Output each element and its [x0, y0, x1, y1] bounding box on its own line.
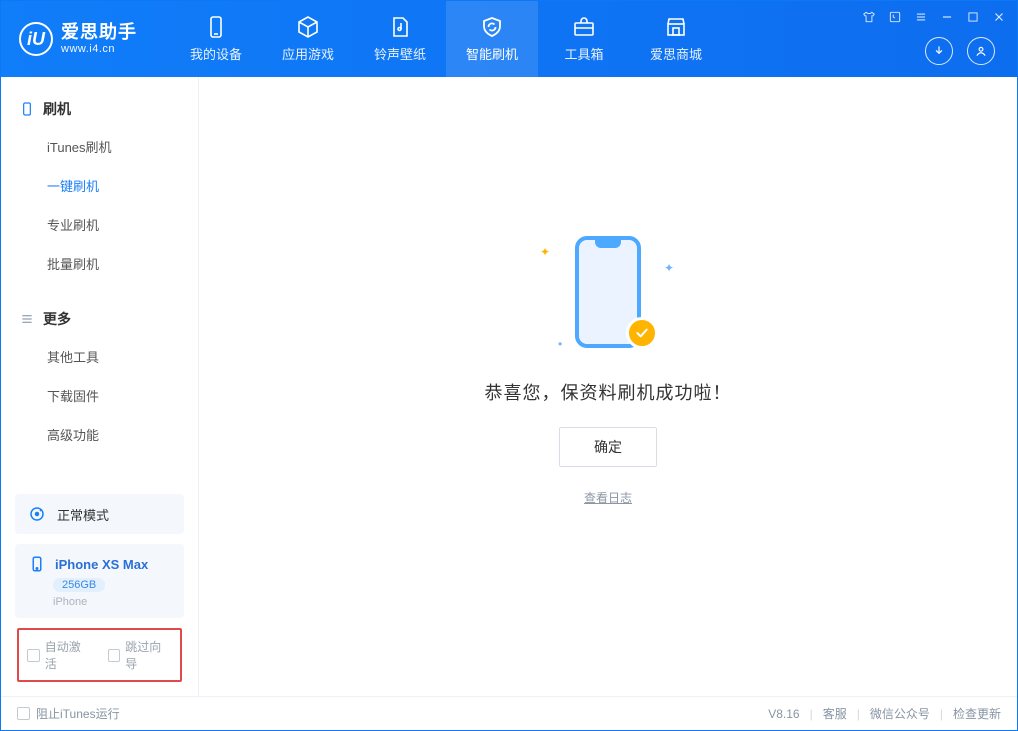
sidebar-item-other-tools[interactable]: 其他工具 — [1, 337, 198, 376]
nav-my-device[interactable]: 我的设备 — [170, 1, 262, 77]
mode-label: 正常模式 — [57, 505, 109, 524]
nav-ringtones-wallpapers[interactable]: 铃声壁纸 — [354, 1, 446, 77]
nav-tabs: 我的设备 应用游戏 铃声壁纸 智能刷机 工具箱 爱思商城 — [170, 1, 722, 77]
mode-card[interactable]: 正常模式 — [15, 494, 184, 534]
checkbox-icon — [27, 649, 40, 662]
status-bar: 阻止iTunes运行 V8.16 | 客服 | 微信公众号 | 检查更新 — [1, 696, 1017, 730]
nav-label: 工具箱 — [564, 44, 603, 63]
toolbox-icon — [572, 15, 596, 39]
sidebar-item-pro-flash[interactable]: 专业刷机 — [1, 205, 198, 244]
sparkle-icon: ✦ — [540, 245, 550, 259]
check-badge-icon — [626, 317, 658, 349]
app-window: iU 爱思助手 www.i4.cn 我的设备 应用游戏 铃声壁纸 智能刷机 — [0, 0, 1018, 731]
sidebar-item-oneclick-flash[interactable]: 一键刷机 — [1, 166, 198, 205]
option-label: 跳过向导 — [125, 638, 172, 672]
nav-toolbox[interactable]: 工具箱 — [538, 1, 630, 77]
success-message: 恭喜您，保资料刷机成功啦！ — [485, 379, 732, 405]
device-icon — [19, 101, 35, 117]
store-icon — [664, 15, 688, 39]
device-card[interactable]: iPhone XS Max 256GB iPhone — [15, 544, 184, 618]
nav-label: 智能刷机 — [466, 44, 518, 63]
success-illustration: ✦ ✦ • — [528, 227, 688, 357]
separator: | — [857, 707, 860, 721]
maximize-button[interactable] — [963, 7, 983, 27]
main-content: ✦ ✦ • 恭喜您，保资料刷机成功啦！ 确定 查看日志 — [199, 77, 1017, 696]
device-name: iPhone XS Max — [55, 557, 148, 572]
sidebar-item-advanced[interactable]: 高级功能 — [1, 415, 198, 454]
logo-icon: iU — [19, 22, 53, 56]
sidebar: 刷机 iTunes刷机 一键刷机 专业刷机 批量刷机 更多 其他工具 下载固件 — [1, 77, 199, 696]
sidebar-item-itunes-flash[interactable]: iTunes刷机 — [1, 127, 198, 166]
sidebar-bottom: 正常模式 iPhone XS Max 256GB iPhone 自动激活 — [1, 494, 198, 696]
minimize-button[interactable] — [937, 7, 957, 27]
sidebar-item-download-firmware[interactable]: 下载固件 — [1, 376, 198, 415]
app-title: 爱思助手 — [61, 23, 137, 43]
separator: | — [940, 707, 943, 721]
device-phone-icon — [27, 554, 47, 574]
menu-icon[interactable] — [911, 7, 931, 27]
download-button[interactable] — [925, 37, 953, 65]
nav-smart-flash[interactable]: 智能刷机 — [446, 1, 538, 77]
status-right: V8.16 | 客服 | 微信公众号 | 检查更新 — [768, 705, 1001, 722]
option-label: 自动激活 — [45, 638, 92, 672]
nav-label: 爱思商城 — [650, 44, 702, 63]
sidebar-section-flash: 刷机 iTunes刷机 一键刷机 专业刷机 批量刷机 — [1, 77, 198, 287]
header: iU 爱思助手 www.i4.cn 我的设备 应用游戏 铃声壁纸 智能刷机 — [1, 1, 1017, 77]
nav-label: 我的设备 — [190, 44, 242, 63]
status-block-itunes-label: 阻止iTunes运行 — [36, 705, 120, 722]
window-controls — [859, 7, 1009, 27]
sidebar-head-more: 更多 — [1, 301, 198, 337]
close-button[interactable] — [989, 7, 1009, 27]
option-skip-guide[interactable]: 跳过向导 — [108, 638, 173, 672]
checkbox-icon — [108, 649, 121, 662]
sidebar-section-more: 更多 其他工具 下载固件 高级功能 — [1, 287, 198, 458]
version-label: V8.16 — [768, 707, 799, 721]
nav-store[interactable]: 爱思商城 — [630, 1, 722, 77]
refresh-shield-icon — [480, 15, 504, 39]
confirm-button[interactable]: 确定 — [559, 427, 657, 467]
app-subtitle: www.i4.cn — [61, 43, 137, 55]
sidebar-head-label: 刷机 — [43, 99, 71, 119]
status-link-service[interactable]: 客服 — [823, 705, 847, 722]
header-actions — [925, 37, 995, 65]
device-storage-badge: 256GB — [53, 578, 105, 592]
sparkle-icon: • — [558, 337, 562, 351]
phone-icon — [204, 15, 228, 39]
music-file-icon — [388, 15, 412, 39]
nav-apps-games[interactable]: 应用游戏 — [262, 1, 354, 77]
option-auto-activate[interactable]: 自动激活 — [27, 638, 92, 672]
separator: | — [810, 707, 813, 721]
status-link-update[interactable]: 检查更新 — [953, 705, 1001, 722]
checkbox-icon — [17, 707, 30, 720]
account-button[interactable] — [967, 37, 995, 65]
skin-icon[interactable] — [859, 7, 879, 27]
sparkle-icon: ✦ — [664, 261, 674, 275]
nav-label: 铃声壁纸 — [374, 44, 426, 63]
device-type: iPhone — [53, 596, 87, 608]
status-block-itunes[interactable]: 阻止iTunes运行 — [17, 705, 120, 722]
list-icon — [19, 311, 35, 327]
view-log-link[interactable]: 查看日志 — [584, 489, 632, 506]
feedback-icon[interactable] — [885, 7, 905, 27]
options-row: 自动激活 跳过向导 — [17, 628, 182, 682]
sidebar-item-batch-flash[interactable]: 批量刷机 — [1, 244, 198, 283]
body: 刷机 iTunes刷机 一键刷机 专业刷机 批量刷机 更多 其他工具 下载固件 — [1, 77, 1017, 696]
status-link-wechat[interactable]: 微信公众号 — [870, 705, 930, 722]
nav-label: 应用游戏 — [282, 44, 334, 63]
mode-icon — [27, 504, 47, 524]
cube-icon — [296, 15, 320, 39]
logo-text: 爱思助手 www.i4.cn — [61, 23, 137, 55]
sidebar-head-flash: 刷机 — [1, 91, 198, 127]
logo-area: iU 爱思助手 www.i4.cn — [1, 22, 155, 56]
sidebar-head-label: 更多 — [43, 309, 71, 329]
